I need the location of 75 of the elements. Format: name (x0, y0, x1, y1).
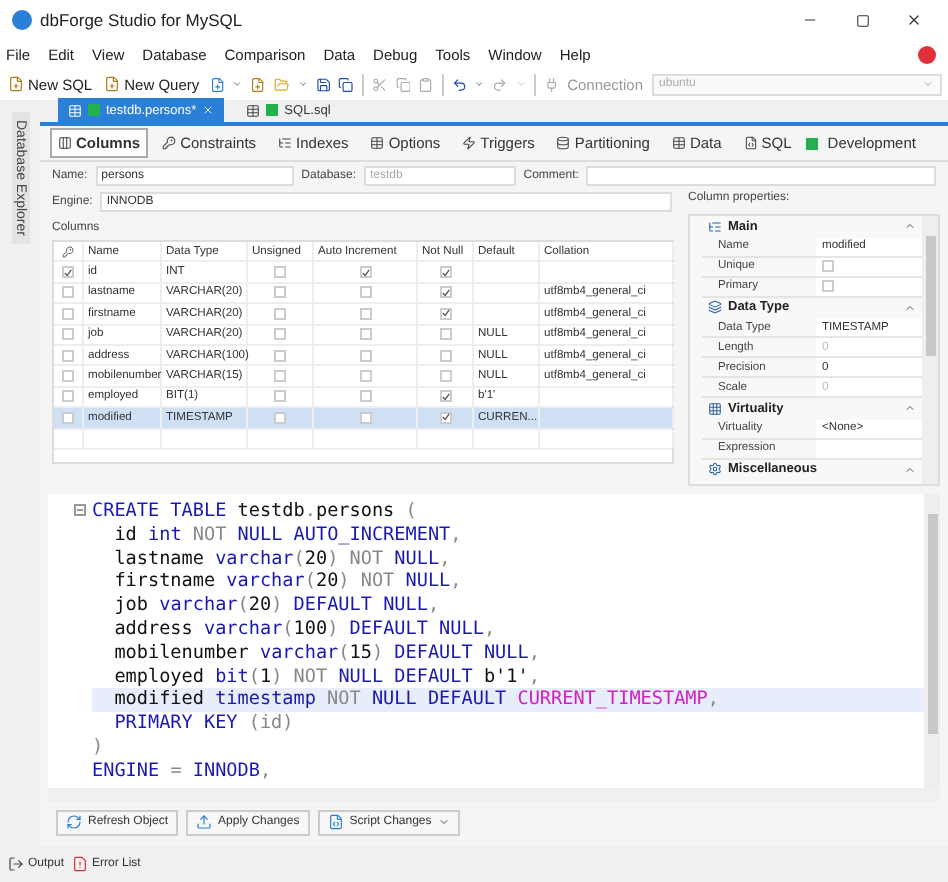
collapse-icon[interactable] (904, 301, 916, 314)
status-square-icon (88, 104, 100, 116)
app-logo-icon (12, 10, 32, 30)
key-icon (62, 245, 74, 258)
new-file-icon[interactable] (209, 75, 225, 93)
save-icon[interactable] (315, 75, 331, 93)
new-file-icon (104, 76, 121, 92)
copy-icon[interactable] (395, 75, 411, 93)
caret-icon[interactable] (297, 78, 308, 90)
checkbox[interactable] (62, 266, 74, 279)
code-line: CREATE TABLE testdb.persons ( (92, 500, 419, 524)
code-line: job varchar(20) DEFAULT NULL, (112, 594, 442, 618)
file-icon[interactable] (250, 75, 266, 93)
collapse-icon[interactable] (904, 463, 916, 476)
layers-icon (708, 300, 722, 315)
code-line: address varchar(100) DEFAULT NULL, (112, 617, 498, 642)
caret-icon (922, 78, 935, 90)
caret-icon[interactable] (474, 78, 485, 90)
code-line: lastname varchar(20) NOT NULL, (112, 547, 453, 571)
key-icon (162, 136, 177, 150)
lightning-icon (462, 136, 477, 150)
checkbox[interactable] (359, 266, 371, 279)
close-icon[interactable] (202, 104, 215, 116)
sql-editor[interactable] (48, 494, 940, 788)
code-line: mobilenumber varchar(15) DEFAULT NULL, (112, 641, 542, 666)
status-square-icon (266, 104, 279, 116)
table-icon (671, 136, 686, 150)
checkbox[interactable] (439, 266, 451, 279)
cut-icon[interactable] (371, 75, 387, 93)
scrollbar[interactable] (924, 494, 940, 788)
save-all-icon[interactable] (338, 75, 355, 93)
code-line: ENGINE = INNODB, (92, 759, 274, 784)
checkbox[interactable] (439, 286, 451, 299)
script-icon (327, 814, 344, 830)
status-square-icon (805, 137, 818, 149)
list-icon (708, 219, 722, 234)
code-line: PRIMARY KEY (id) (112, 712, 296, 736)
table-icon (370, 136, 385, 150)
upload-icon (196, 814, 213, 830)
database-icon (556, 136, 571, 150)
code-line: id int NOT NULL AUTO_INCREMENT, (112, 523, 464, 548)
scrollbar[interactable] (922, 216, 938, 484)
paste-icon[interactable] (418, 75, 434, 93)
new-file-icon (8, 76, 24, 92)
columns-icon (58, 136, 72, 150)
code-line: ) (92, 735, 106, 760)
gear-icon (708, 462, 722, 477)
collapse-icon[interactable] (904, 220, 916, 233)
error-list-icon (72, 856, 89, 872)
fold-icon[interactable] (74, 504, 86, 516)
undo-icon[interactable] (451, 75, 467, 93)
output-icon (8, 856, 24, 872)
caret-icon[interactable] (516, 78, 527, 90)
plug-icon (543, 75, 560, 93)
maximize-icon (855, 13, 869, 27)
table-icon (68, 103, 82, 117)
caret-icon (437, 816, 450, 828)
checkbox[interactable] (439, 390, 451, 403)
refresh-icon (66, 814, 82, 830)
tree-icon (278, 136, 293, 150)
grid-icon (708, 401, 722, 416)
table-icon (246, 103, 261, 117)
window-title: dbForge Studio for MySQL (40, 10, 245, 30)
script-icon (743, 136, 758, 150)
checkbox[interactable] (439, 307, 451, 320)
code-line: employed bit(1) NOT NULL DEFAULT b'1', (112, 665, 542, 689)
redo-icon[interactable] (492, 75, 508, 93)
caret-icon[interactable] (232, 78, 243, 90)
collapse-icon[interactable] (904, 402, 916, 415)
comment-field[interactable] (586, 166, 936, 186)
code-line: firstname varchar(20) NOT NULL, (112, 570, 464, 595)
folder-icon[interactable] (274, 75, 290, 93)
close-icon (906, 12, 922, 28)
user-avatar-icon[interactable] (918, 45, 936, 63)
checkbox[interactable] (439, 411, 451, 424)
